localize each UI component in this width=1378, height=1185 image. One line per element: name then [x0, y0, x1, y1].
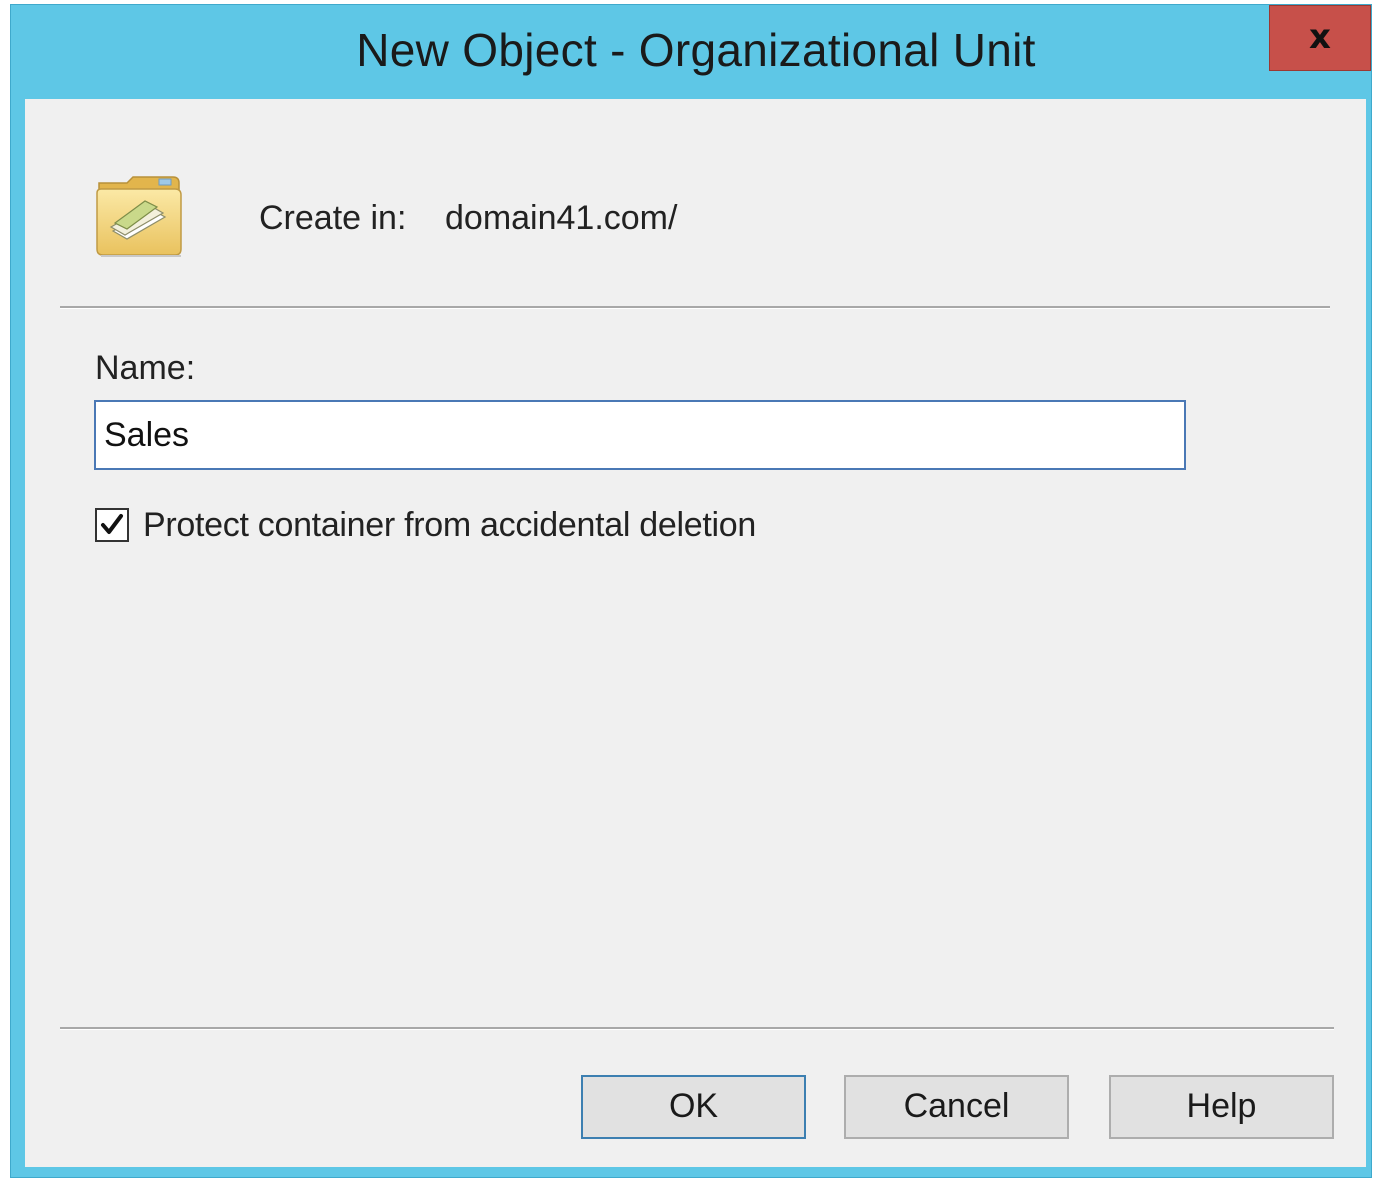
create-in-label: Create in: [259, 199, 407, 237]
protect-deletion-checkbox[interactable] [95, 508, 129, 542]
dialog-content: Create in: domain41.com/ Name: Protect c… [25, 99, 1366, 1167]
create-in-value: domain41.com/ [445, 199, 678, 237]
ok-button[interactable]: OK [581, 1075, 806, 1139]
title-bar[interactable]: New Object - Organizational Unit x [11, 5, 1371, 99]
organizational-unit-folder-icon [93, 171, 185, 257]
protect-deletion-option[interactable]: Protect container from accidental deleti… [95, 503, 756, 547]
dialog-title: New Object - Organizational Unit [356, 24, 1036, 76]
top-divider [60, 306, 1330, 309]
name-input[interactable] [94, 400, 1186, 470]
checkmark-icon [101, 514, 123, 534]
dialog-window: New Object - Organizational Unit x Creat… [10, 4, 1372, 1178]
close-button[interactable]: x [1269, 5, 1371, 71]
help-button[interactable]: Help [1109, 1075, 1334, 1139]
name-label: Name: [95, 349, 196, 387]
cancel-button[interactable]: Cancel [844, 1075, 1069, 1139]
bottom-divider [60, 1027, 1334, 1030]
protect-deletion-label: Protect container from accidental deleti… [143, 505, 756, 544]
